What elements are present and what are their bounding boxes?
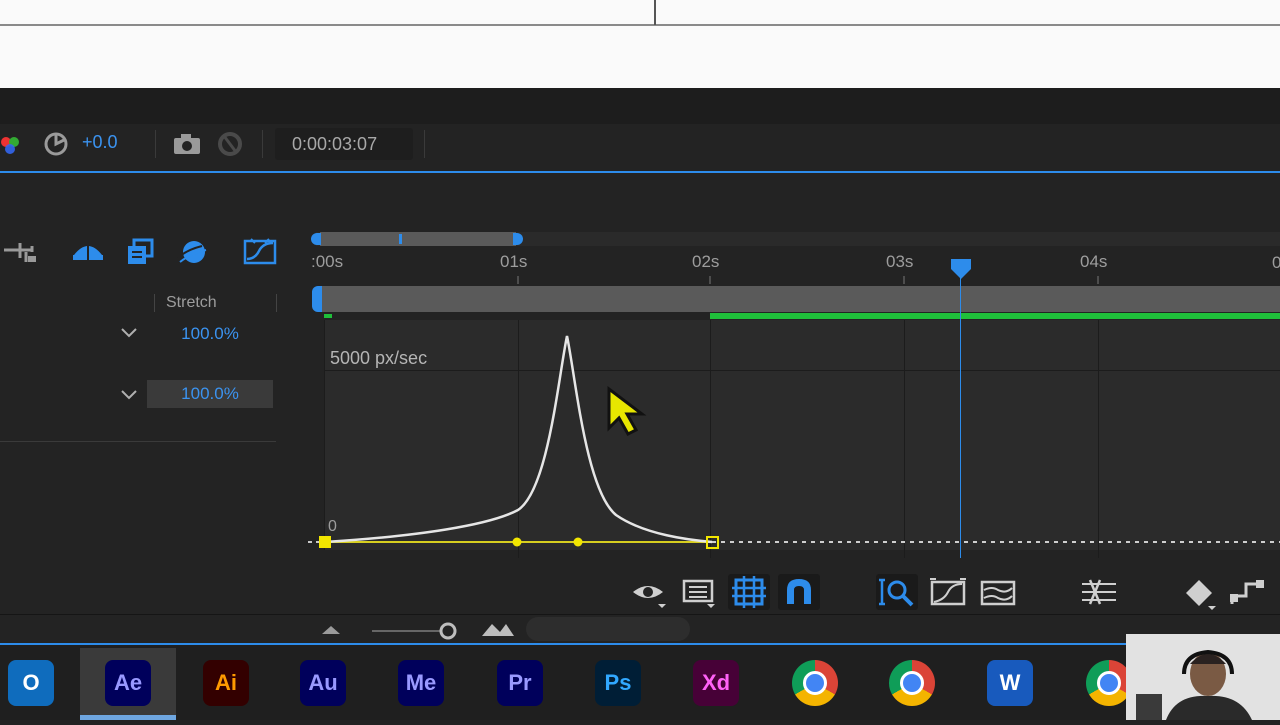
work-area-green-start — [324, 314, 332, 318]
app-icon-label: Ae — [113, 670, 143, 695]
panel-header — [0, 88, 1280, 125]
divider — [262, 130, 263, 158]
ruler-label-clipped: 0 — [1272, 253, 1280, 269]
graph-type-icon[interactable] — [681, 578, 719, 608]
fit-selection-icon — [879, 578, 914, 607]
zoom-in-icon[interactable] — [480, 618, 516, 640]
chevron-down-icon[interactable] — [120, 388, 138, 402]
cached-frames-bar — [710, 313, 1280, 319]
stretch-value[interactable]: 100.0% — [147, 320, 273, 348]
work-area-bar[interactable] — [318, 286, 1280, 312]
zoom-slider-icon[interactable] — [368, 620, 468, 642]
keyframe-icon[interactable] — [319, 536, 331, 548]
app-icon-label: Pr — [508, 670, 532, 695]
chevron-down-icon[interactable] — [120, 326, 138, 340]
fit-all-icon[interactable] — [928, 576, 968, 610]
timecode-field[interactable]: 0:00:03:07 — [275, 128, 413, 160]
app-icon-label: Ai — [215, 670, 237, 695]
snap-magnet-icon — [787, 579, 811, 604]
bezier-handle[interactable] — [512, 537, 522, 547]
eye-icon[interactable] — [630, 578, 668, 608]
app-icon-label: Me — [405, 670, 437, 695]
chrome-center-icon — [1097, 671, 1121, 695]
timeline-scrollbar[interactable] — [526, 617, 690, 641]
chrome-center-icon — [900, 671, 924, 695]
taskbar-app-outlook[interactable]: O — [8, 660, 54, 706]
navigator-time-marker — [399, 234, 402, 244]
timecode-text: 0:00:03:07 — [292, 134, 378, 154]
taskbar-app-after-effects[interactable]: Ae — [105, 660, 151, 706]
separate-dimensions-icon[interactable] — [1078, 576, 1120, 610]
taskbar-app-xd[interactable]: Xd — [693, 660, 739, 706]
frame-blending-icon[interactable] — [124, 238, 156, 268]
zoom-out-icon[interactable] — [318, 620, 344, 640]
ruler-label: :00s — [311, 252, 344, 271]
column-divider — [154, 294, 155, 312]
ruler-ticks — [517, 276, 1099, 284]
stretch-value[interactable]: 100.0% — [147, 380, 273, 408]
presenter-image — [1126, 634, 1280, 720]
work-area-start-handle[interactable] — [312, 286, 322, 312]
taskbar-app-audition[interactable]: Au — [300, 660, 346, 706]
draft-3d-icon[interactable] — [70, 237, 106, 267]
snapshot-camera-icon[interactable] — [172, 132, 202, 156]
taskbar-app-illustrator[interactable]: Ai — [203, 660, 249, 706]
host-window-strip — [0, 0, 1280, 88]
time-navigator-range[interactable] — [320, 232, 516, 246]
taskbar-app-word[interactable]: W — [987, 660, 1033, 706]
keyframe-icon[interactable] — [1184, 578, 1218, 610]
speed-graph[interactable] — [300, 320, 1280, 560]
color-channels-icon[interactable] — [0, 132, 26, 158]
transform-box-toggle[interactable] — [728, 574, 770, 610]
show-snapshot-icon[interactable] — [216, 130, 246, 158]
graph-editor-icon[interactable] — [243, 237, 279, 267]
ruler-label: 04s — [1080, 252, 1108, 271]
divider — [0, 614, 1280, 615]
divider — [0, 24, 1280, 26]
viewer-toolbar: +0.0 0:00:03:07 — [0, 124, 1280, 166]
playhead-icon[interactable] — [949, 257, 973, 281]
comp-flowchart-icon[interactable] — [2, 238, 40, 266]
ruler-label: 03s — [886, 252, 914, 271]
app-icon-label: O — [22, 670, 40, 695]
transform-box-icon — [732, 576, 766, 608]
column-divider — [276, 294, 277, 312]
current-time-indicator-line — [960, 270, 961, 558]
easy-ease-icon[interactable] — [1228, 576, 1272, 610]
active-app-indicator — [80, 715, 176, 720]
navigator-start-handle[interactable] — [311, 233, 321, 245]
bezier-handle[interactable] — [573, 537, 583, 547]
app-icon-label: Ps — [604, 670, 632, 695]
divider — [0, 441, 276, 442]
webcam-overlay — [1126, 634, 1280, 720]
fit-selection-button[interactable] — [876, 574, 918, 610]
divider — [424, 130, 425, 158]
motion-blur-icon[interactable] — [176, 238, 210, 268]
divider — [155, 130, 156, 158]
cursor-arrow-icon — [607, 386, 647, 436]
exposure-value[interactable]: +0.0 — [82, 132, 118, 153]
app-icon-label: Xd — [701, 670, 731, 695]
taskbar-app-chrome[interactable] — [792, 660, 838, 706]
exposure-reset-icon[interactable] — [43, 131, 69, 157]
taskbar-app-premiere-pro[interactable]: Pr — [497, 660, 543, 706]
taskbar-app-chrome[interactable] — [889, 660, 935, 706]
column-header-stretch[interactable]: Stretch — [166, 294, 217, 312]
ruler-label: 02s — [692, 252, 720, 271]
chrome-center-icon — [803, 671, 827, 695]
taskbar-app-photoshop[interactable]: Ps — [595, 660, 641, 706]
ruler-label: 01s — [500, 252, 528, 271]
app-icon-label: W — [999, 670, 1021, 695]
graph-view-icon[interactable] — [978, 576, 1018, 610]
app-icon-label: Au — [308, 670, 338, 695]
snap-toggle[interactable] — [778, 574, 820, 610]
taskbar-app-media-encoder[interactable]: Me — [398, 660, 444, 706]
divider — [654, 0, 656, 25]
